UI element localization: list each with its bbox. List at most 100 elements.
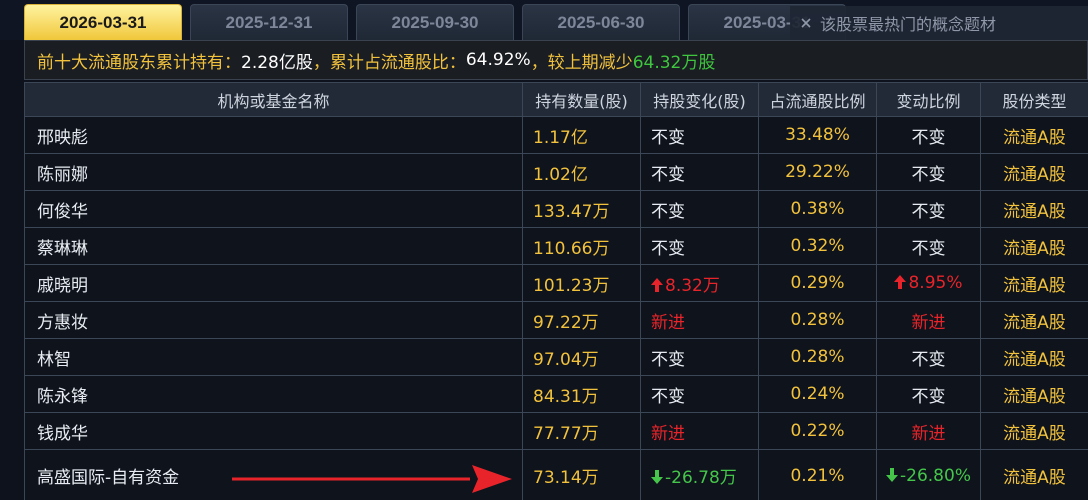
arrow-down-icon	[886, 467, 899, 482]
holder-name-cell[interactable]: 钱成华	[24, 412, 523, 450]
quantity-value: 1.02亿	[533, 164, 588, 185]
change-ratio-value: 不变	[911, 349, 946, 370]
holder-name[interactable]: 何俊华	[37, 202, 88, 222]
share-type-value: 流通A股	[1003, 468, 1066, 488]
tab-2026-03-31[interactable]: 2026-03-31	[24, 4, 182, 40]
float-ratio-cell: 0.38%	[758, 190, 877, 228]
change-ratio-value: 8.95%	[908, 273, 963, 293]
share-type-value: 流通A股	[1003, 423, 1066, 444]
table-row[interactable]: 方惠妆 97.22万 新进 0.28% 新进 流通A股	[24, 301, 1088, 339]
float-ratio-value: 0.28%	[790, 347, 845, 367]
table-row[interactable]: 高盛国际-自有资金 73.14万 -26.78万 0.21% -26.80% 流通A股	[24, 449, 1088, 500]
quantity-cell: 97.04万	[522, 338, 641, 376]
holder-name-cell[interactable]: 邢映彪	[24, 116, 523, 154]
float-ratio-cell: 0.29%	[758, 264, 877, 302]
float-ratio-cell: 0.24%	[758, 375, 877, 413]
change-cell: 新进	[640, 301, 759, 339]
share-type-value: 流通A股	[1003, 275, 1066, 296]
share-type-cell: 流通A股	[980, 190, 1088, 228]
holder-name[interactable]: 戚晓明	[37, 276, 88, 296]
quantity-cell: 1.17亿	[522, 116, 641, 154]
summary-change-label: ，较上期减少	[530, 52, 633, 73]
change-cell: 不变	[640, 116, 759, 154]
header-change: 持股变化(股)	[640, 82, 759, 117]
holder-name[interactable]: 陈丽娜	[37, 165, 88, 185]
holder-name[interactable]: 邢映彪	[37, 128, 88, 148]
table-row[interactable]: 陈永锋 84.31万 不变 0.24% 不变 流通A股	[24, 375, 1088, 413]
quantity-value: 84.31万	[533, 386, 599, 407]
change-value: 新进	[651, 423, 685, 444]
table-row[interactable]: 林智 97.04万 不变 0.28% 不变 流通A股	[24, 338, 1088, 376]
float-ratio-cell: 29.22%	[758, 153, 877, 191]
holder-name[interactable]: 蔡琳琳	[37, 239, 88, 259]
holder-name-cell[interactable]: 戚晓明	[24, 264, 523, 302]
share-type-cell: 流通A股	[980, 227, 1088, 265]
float-ratio-cell: 0.28%	[758, 301, 877, 339]
change-ratio-value: 新进	[911, 423, 946, 444]
table-row[interactable]: 陈丽娜 1.02亿 不变 29.22% 不变 流通A股	[24, 153, 1088, 191]
change-value: 不变	[651, 349, 685, 370]
summary-holding-value: 2.28亿股	[241, 52, 313, 73]
summary-ratio-label: ，累计占流通股比：	[312, 52, 466, 73]
summary-holding-label: 前十大流通股东累计持有：	[37, 52, 241, 73]
quantity-value: 101.23万	[533, 275, 610, 296]
period-tab-bar: 2026-03-31 2025-12-31 2025-09-30 2025-06…	[0, 0, 1088, 40]
share-type-cell: 流通A股	[980, 375, 1088, 413]
quantity-cell: 110.66万	[522, 227, 641, 265]
share-type-value: 流通A股	[1003, 238, 1066, 259]
change-cell: 不变	[640, 153, 759, 191]
header-holder-name: 机构或基金名称	[24, 82, 523, 117]
header-share-type: 股份类型	[980, 82, 1088, 117]
holder-name-cell[interactable]: 蔡琳琳	[24, 227, 523, 265]
holder-name-cell[interactable]: 陈永锋	[24, 375, 523, 413]
holder-name-cell[interactable]: 何俊华	[24, 190, 523, 228]
table-row[interactable]: 钱成华 77.77万 新进 0.22% 新进 流通A股	[24, 412, 1088, 450]
holder-name[interactable]: 钱成华	[37, 424, 88, 444]
summary-change-value: 64.32万股	[632, 52, 716, 73]
float-ratio-cell: 33.48%	[758, 116, 877, 154]
quantity-value: 73.14万	[533, 468, 599, 488]
float-ratio-value: 33.48%	[785, 125, 850, 145]
change-cell: 8.32万	[640, 264, 759, 302]
quantity-cell: 101.23万	[522, 264, 641, 302]
quantity-value: 1.17亿	[533, 127, 588, 148]
table-row[interactable]: 邢映彪 1.17亿 不变 33.48% 不变 流通A股	[24, 116, 1088, 154]
holder-name-cell[interactable]: 高盛国际-自有资金	[24, 449, 523, 500]
holder-name[interactable]: 林智	[37, 350, 71, 370]
share-type-cell: 流通A股	[980, 301, 1088, 339]
holder-name-cell[interactable]: 方惠妆	[24, 301, 523, 339]
table-row[interactable]: 蔡琳琳 110.66万 不变 0.32% 不变 流通A股	[24, 227, 1088, 265]
share-type-value: 流通A股	[1003, 349, 1066, 370]
change-value: 不变	[651, 164, 685, 185]
holder-name-cell[interactable]: 林智	[24, 338, 523, 376]
close-icon[interactable]	[800, 17, 812, 29]
table-row[interactable]: 何俊华 133.47万 不变 0.38% 不变 流通A股	[24, 190, 1088, 228]
change-ratio-cell: 不变	[876, 338, 981, 376]
concept-tooltip: 该股票最热门的概念题材	[790, 6, 1088, 40]
quantity-cell: 97.22万	[522, 301, 641, 339]
change-ratio-value: 不变	[911, 164, 946, 185]
tab-2025-06-30[interactable]: 2025-06-30	[522, 4, 680, 40]
change-value: 不变	[651, 201, 685, 222]
holder-name-cell[interactable]: 陈丽娜	[24, 153, 523, 191]
float-ratio-value: 0.22%	[790, 421, 845, 441]
change-value: 不变	[651, 127, 685, 148]
change-ratio-value: 不变	[911, 386, 946, 407]
change-ratio-value: 不变	[911, 201, 946, 222]
float-ratio-cell: 0.28%	[758, 338, 877, 376]
float-ratio-cell: 0.22%	[758, 412, 877, 450]
change-value: 不变	[651, 238, 685, 259]
change-ratio-cell: 新进	[876, 412, 981, 450]
change-ratio-cell: 不变	[876, 190, 981, 228]
float-ratio-value: 29.22%	[785, 162, 850, 182]
change-value: -26.78万	[665, 468, 737, 488]
share-type-cell: 流通A股	[980, 449, 1088, 500]
holder-name[interactable]: 方惠妆	[37, 313, 88, 333]
change-ratio-cell: 不变	[876, 227, 981, 265]
holder-name[interactable]: 高盛国际-自有资金	[37, 468, 179, 488]
holder-name[interactable]: 陈永锋	[37, 387, 88, 407]
change-ratio-cell: 新进	[876, 301, 981, 339]
tab-2025-12-31[interactable]: 2025-12-31	[190, 4, 348, 40]
tab-2025-09-30[interactable]: 2025-09-30	[356, 4, 514, 40]
table-row[interactable]: 戚晓明 101.23万 8.32万 0.29% 8.95% 流通A股	[24, 264, 1088, 302]
